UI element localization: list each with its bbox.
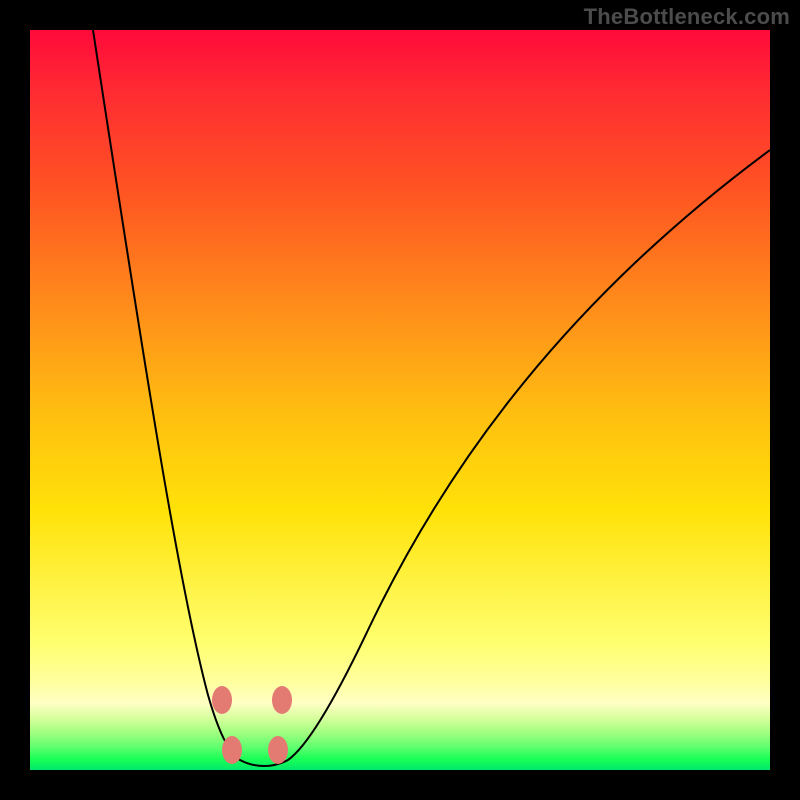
marker-dot [222, 736, 242, 764]
chart-plot [30, 30, 770, 770]
marker-dot [212, 686, 232, 714]
attribution-text: TheBottleneck.com [584, 4, 790, 30]
bottleneck-curve [93, 30, 770, 766]
chart-frame [30, 30, 770, 770]
marker-dot [268, 736, 288, 764]
marker-dot [272, 686, 292, 714]
